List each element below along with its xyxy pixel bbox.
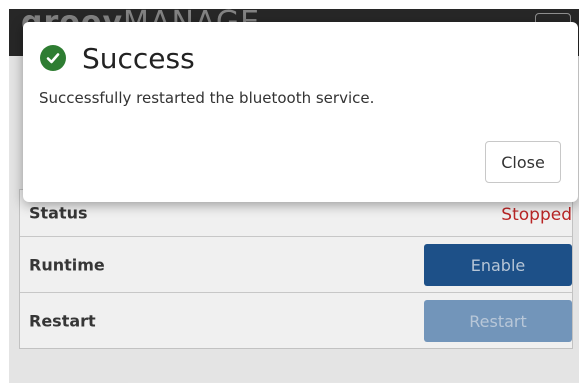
dialog-title: Success: [82, 41, 195, 75]
close-button[interactable]: Close: [485, 141, 561, 183]
dialog-message: Successfully restarted the bluetooth ser…: [39, 89, 375, 107]
success-dialog: Success Successfully restarted the bluet…: [23, 22, 578, 202]
check-circle-icon: [40, 45, 66, 71]
dialog-header: Success: [40, 38, 195, 78]
